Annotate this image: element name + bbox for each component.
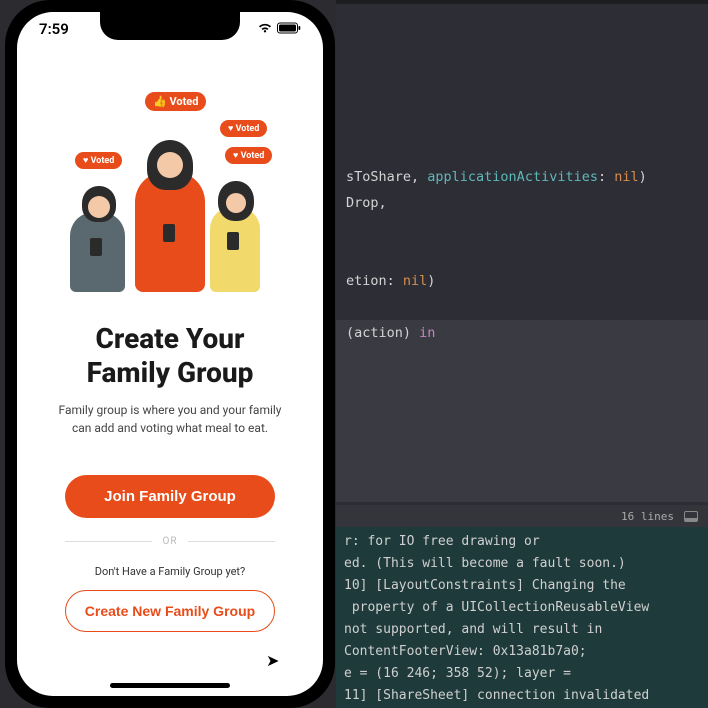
mouse-cursor-icon: ➤ xyxy=(266,651,279,670)
console-line: 10] [LayoutConstraints] Changing the xyxy=(344,575,700,597)
family-illustration: 👍 Voted ♥ Voted ♥ Voted ♥ Voted xyxy=(50,92,290,292)
panel-toggle-icon[interactable] xyxy=(684,511,698,522)
console-line: not supported, and will result in xyxy=(344,619,700,641)
console-line: r: for IO free drawing or xyxy=(344,531,700,553)
voted-bubble: 👍 Voted xyxy=(145,92,206,111)
voted-bubble: ♥ Voted xyxy=(220,120,267,137)
debug-console[interactable]: r: for IO free drawing or ed. (This will… xyxy=(336,527,708,708)
iphone-device-frame: 7:59 👍 Voted ♥ Voted ♥ Voted ♥ Voted xyxy=(5,0,335,708)
editor-status-bar: 16 lines xyxy=(336,505,708,527)
held-phone-icon xyxy=(90,238,102,256)
home-indicator[interactable] xyxy=(110,683,230,688)
notch xyxy=(100,12,240,40)
console-line: ed. (This will become a fault soon.) xyxy=(344,553,700,575)
page-title: Create YourFamily Group xyxy=(87,322,254,389)
console-line: property of a UICollectionReusableView xyxy=(344,597,700,619)
code-editor[interactable]: sToShare, applicationActivities: nil) Dr… xyxy=(336,0,708,520)
create-new-family-group-button[interactable]: Create New Family Group xyxy=(65,590,275,632)
wifi-icon xyxy=(257,20,273,38)
status-time: 7:59 xyxy=(39,20,69,38)
battery-icon xyxy=(277,20,301,38)
code-line[interactable]: sToShare, applicationActivities: nil) xyxy=(346,164,698,190)
console-line: e = (16 246; 358 52); layer = xyxy=(344,663,700,685)
code-line[interactable]: etion: nil) xyxy=(346,268,698,294)
page-subtitle: Family group is where you and your famil… xyxy=(50,401,290,437)
line-count-label: 16 lines xyxy=(621,510,674,523)
divider-text: OR xyxy=(162,536,177,547)
held-phone-icon xyxy=(227,232,239,250)
code-line[interactable]: Drop, xyxy=(346,190,698,216)
phone-screen: 7:59 👍 Voted ♥ Voted ♥ Voted ♥ Voted xyxy=(17,12,323,696)
console-line: 11] [ShareSheet] connection invalidated xyxy=(344,685,700,707)
divider: OR xyxy=(65,536,275,547)
held-phone-icon xyxy=(163,224,175,242)
create-prompt-text: Don't Have a Family Group yet? xyxy=(95,565,245,578)
console-line: ContentFooterView: 0x13a81b7a0; xyxy=(344,641,700,663)
join-family-group-button[interactable]: Join Family Group xyxy=(65,475,275,518)
code-line[interactable]: (action) in xyxy=(346,320,698,346)
status-icons xyxy=(257,20,301,38)
onboarding-content: 👍 Voted ♥ Voted ♥ Voted ♥ Voted Create Y… xyxy=(17,12,323,662)
